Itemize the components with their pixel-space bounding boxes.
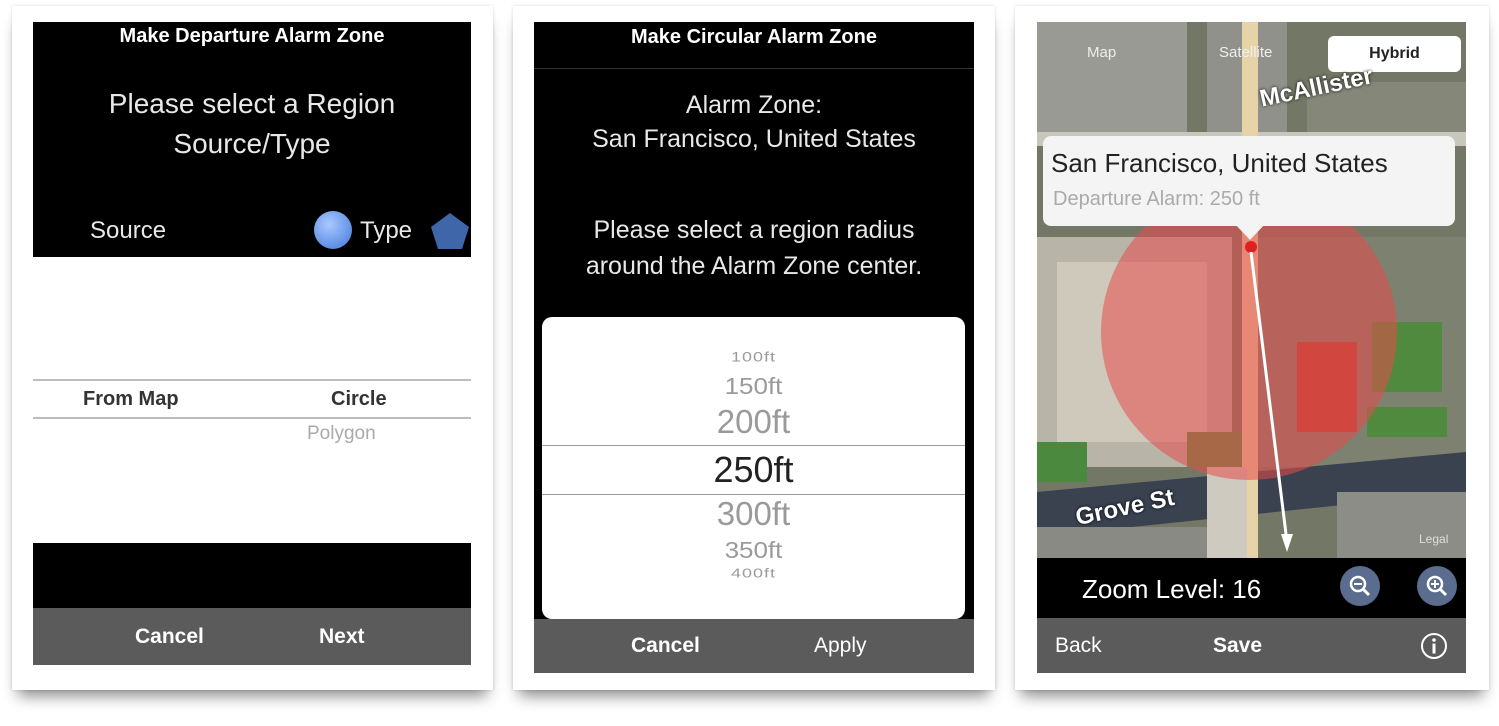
picker-option-polygon[interactable]: Polygon — [307, 423, 376, 445]
radius-option[interactable]: 300ft — [542, 495, 965, 533]
region-prompt: Please select a Region Source/Type — [108, 88, 396, 159]
circle-icon — [314, 211, 352, 249]
screen-map-zone: Map Satellite Hybrid McAllister Grove St… — [1037, 22, 1466, 673]
zoom-out-icon[interactable] — [1340, 566, 1380, 606]
save-button[interactable]: Save — [1213, 618, 1262, 673]
location-callout[interactable]: San Francisco, United States Departure A… — [1043, 136, 1455, 240]
radius-option[interactable]: 400ft — [542, 566, 965, 581]
zoom-level-label: Zoom Level: 16 — [1082, 574, 1262, 604]
title-divider — [534, 68, 974, 69]
map-type-segmented-control: Map Satellite Hybrid — [1037, 32, 1466, 72]
map-type-satellite[interactable]: Satellite — [1219, 44, 1272, 61]
next-button[interactable]: Next — [319, 608, 365, 665]
map-imagery — [1037, 22, 1466, 558]
zoom-in-icon[interactable] — [1417, 566, 1457, 606]
picker-selection-top-line — [33, 379, 471, 381]
radius-option[interactable]: 100ft — [542, 350, 965, 366]
picker-selection-bottom-line — [33, 417, 471, 419]
screen-circular-zone: Make Circular Alarm Zone Alarm Zone: San… — [534, 22, 974, 673]
screen-title: Make Departure Alarm Zone — [119, 25, 385, 47]
bottom-toolbar: Cancel Next — [33, 608, 471, 665]
info-icon[interactable] — [1419, 631, 1449, 661]
polygon-icon — [431, 213, 469, 249]
picker-option-circle[interactable]: Circle — [331, 388, 387, 411]
radius-option[interactable]: 150ft — [542, 373, 965, 401]
callout-subtitle: Departure Alarm: 250 ft — [1053, 188, 1260, 210]
legal-link[interactable]: Legal — [1419, 532, 1448, 546]
type-label: Type — [360, 217, 413, 244]
satellite-map[interactable]: Map Satellite Hybrid McAllister Grove St… — [1037, 22, 1466, 558]
zoom-bar: Zoom Level: 16 — [1037, 558, 1466, 618]
back-button[interactable]: Back — [1055, 618, 1102, 673]
bottom-toolbar: Back Save — [1037, 618, 1466, 673]
callout-pointer — [1235, 224, 1265, 240]
callout-title: San Francisco, United States — [1051, 148, 1388, 178]
radius-option[interactable]: 350ft — [542, 537, 965, 565]
source-label: Source — [90, 217, 167, 244]
radius-picker[interactable]: 100ft 150ft 200ft 250ft 300ft 350ft 400f… — [542, 317, 965, 619]
cancel-button[interactable]: Cancel — [631, 619, 700, 673]
apply-button[interactable]: Apply — [814, 619, 867, 673]
screen-title: Make Circular Alarm Zone — [630, 26, 877, 48]
radius-prompt: Please select a region radius around the… — [585, 216, 923, 280]
alarm-zone-label: Alarm Zone: San Francisco, United States — [592, 91, 916, 153]
cancel-button[interactable]: Cancel — [135, 608, 204, 665]
radius-option[interactable]: 200ft — [542, 403, 965, 441]
radius-option-selected[interactable]: 250ft — [542, 449, 965, 491]
screen-region-source-type: Make Departure Alarm Zone Please select … — [33, 22, 471, 665]
bottom-toolbar: Cancel Apply — [534, 619, 974, 673]
map-type-map[interactable]: Map — [1087, 44, 1116, 61]
picker-option-from-map[interactable]: From Map — [83, 388, 179, 411]
